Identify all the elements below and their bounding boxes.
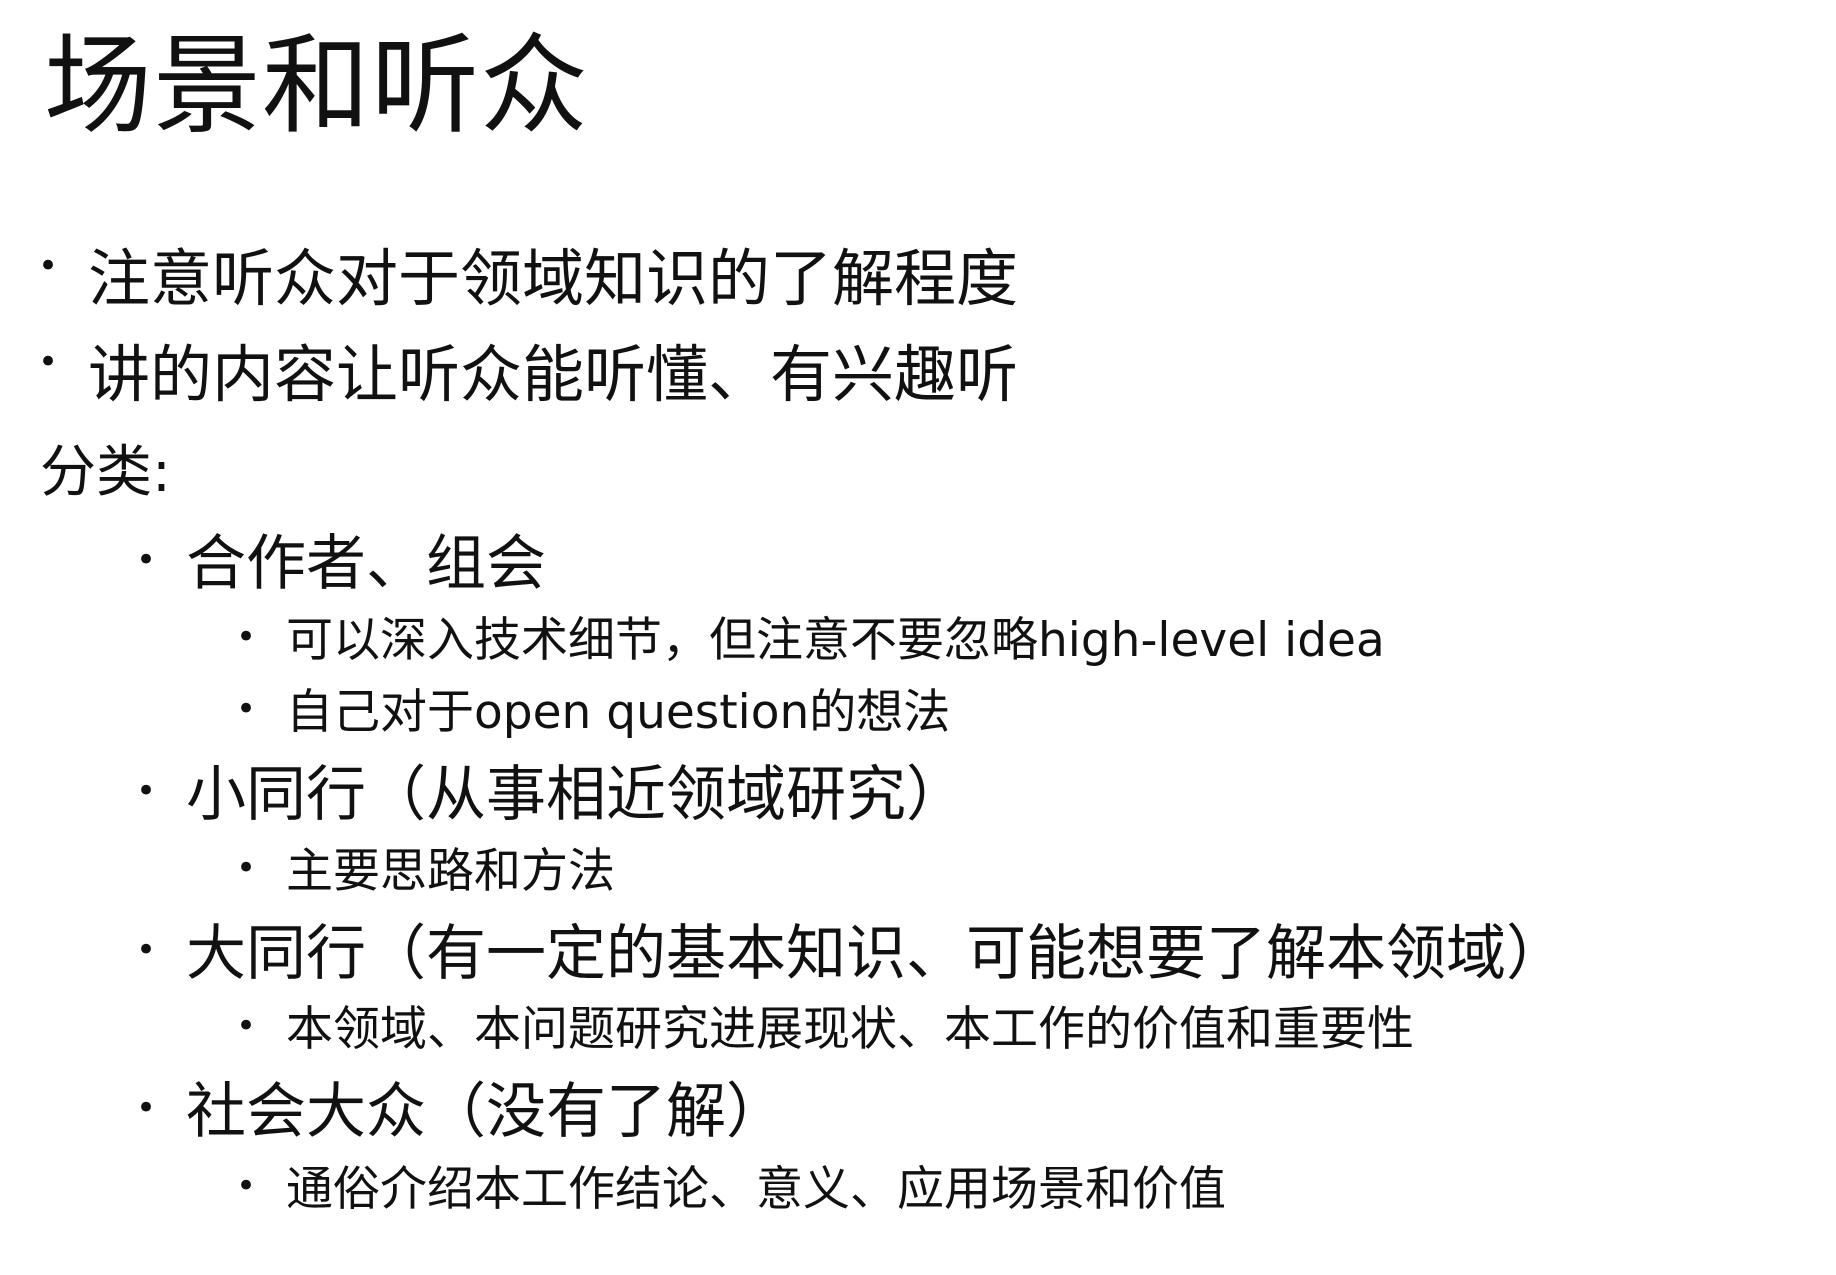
bullet-icon: •	[236, 617, 257, 657]
category-4: 社会大众（没有了解）	[186, 1077, 786, 1147]
bullet-icon: •	[236, 1166, 257, 1206]
category-3: 大同行（有一定的基本知识、可能想要了解本领域）	[186, 919, 1566, 989]
top-point-1: 注意听众对于领域知识的了解程度	[88, 242, 1019, 315]
bullet-icon: •	[136, 540, 157, 580]
bullet-icon: •	[136, 930, 157, 970]
category-1: 合作者、组会	[186, 529, 546, 599]
slide: 场景和听众 • 注意听众对于领域知识的了解程度 • 讲的内容让听众能听懂、有兴趣…	[0, 0, 1836, 1275]
category-2: 小同行（从事相近领域研究）	[186, 760, 966, 830]
bullet-icon: •	[136, 771, 157, 811]
category-3-subitem-1: 本领域、本问题研究进展现状、本工作的价值和重要性	[286, 1002, 1414, 1057]
category-1-subitem-2: 自己对于open question的想法	[286, 685, 951, 740]
bullet-icon: •	[38, 246, 59, 286]
category-label: 分类:	[40, 440, 171, 505]
top-point-2: 讲的内容让听众能听懂、有兴趣听	[88, 338, 1019, 411]
bullet-icon: •	[236, 1006, 257, 1046]
slide-title: 场景和听众	[44, 24, 590, 149]
category-4-subitem-1: 通俗介绍本工作结论、意义、应用场景和价值	[286, 1162, 1226, 1217]
bullet-icon: •	[236, 848, 257, 888]
category-2-subitem-1: 主要思路和方法	[286, 844, 615, 899]
bullet-icon: •	[236, 689, 257, 729]
bullet-icon: •	[38, 342, 59, 382]
category-1-subitem-1: 可以深入技术细节，但注意不要忽略high-level idea	[286, 613, 1385, 668]
bullet-icon: •	[136, 1088, 157, 1128]
